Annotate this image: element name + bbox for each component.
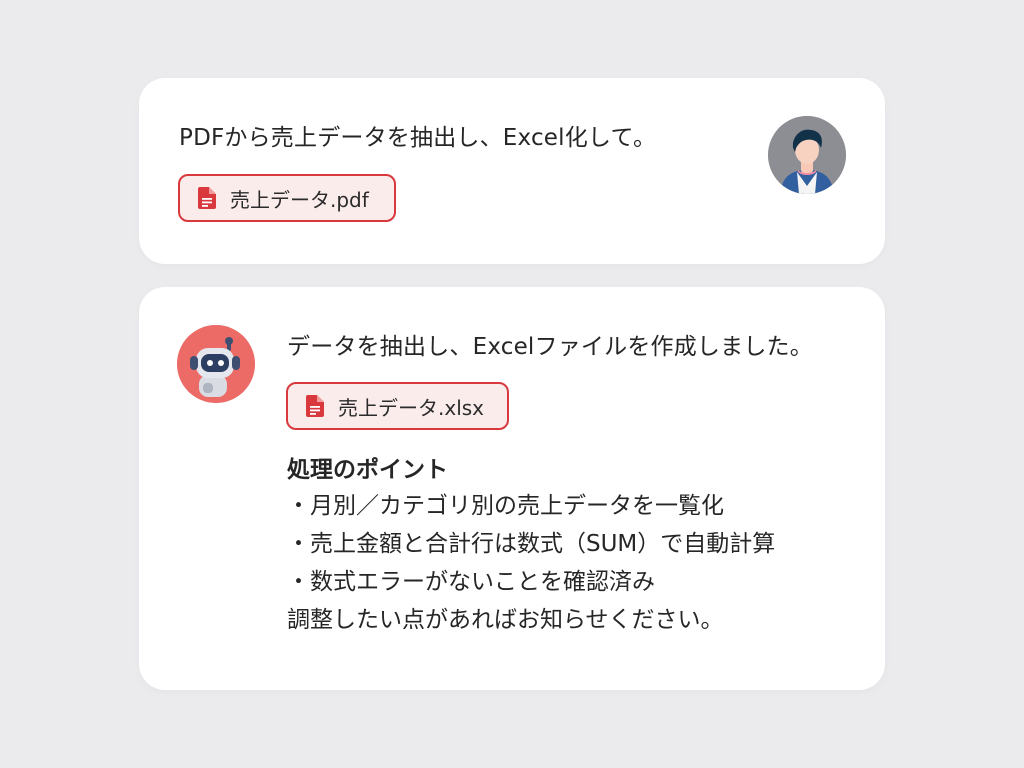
closing-message: 調整したい点があればお知らせください。 — [287, 607, 724, 633]
user-message-text: PDFから売上データを抽出し、Excel化して。 — [179, 125, 657, 151]
user-message-card: PDFから売上データを抽出し、Excel化して。 売上データ.pdf — [139, 78, 885, 264]
robot-avatar — [177, 325, 255, 403]
person-icon — [768, 116, 846, 194]
assistant-message-text: データを抽出し、Excelファイルを作成しました。 — [287, 334, 813, 360]
points-title: 処理のポイント — [287, 457, 448, 483]
list-item: ・売上金額と合計行は数式（SUM）で自動計算 — [287, 531, 776, 557]
processing-points: 処理のポイント ・月別／カテゴリ別の売上データを一覧化 ・売上金額と合計行は数式… — [287, 455, 857, 635]
attachment-filename: 売上データ.xlsx — [338, 395, 485, 420]
robot-icon — [177, 325, 255, 403]
list-item: ・数式エラーがないことを確認済み — [287, 569, 655, 595]
attachment-filename: 売上データ.pdf — [230, 187, 369, 212]
xlsx-attachment-chip[interactable]: 売上データ.xlsx — [286, 382, 509, 430]
pdf-attachment-chip[interactable]: 売上データ.pdf — [178, 174, 396, 222]
document-icon — [198, 187, 216, 209]
points-list: ・月別／カテゴリ別の売上データを一覧化 ・売上金額と合計行は数式（SUM）で自動… — [287, 491, 857, 597]
list-item: ・月別／カテゴリ別の売上データを一覧化 — [287, 493, 724, 519]
assistant-message-card: データを抽出し、Excelファイルを作成しました。 売上データ.xlsx 処理の… — [139, 287, 885, 690]
document-icon — [306, 395, 324, 417]
user-avatar — [768, 116, 846, 194]
